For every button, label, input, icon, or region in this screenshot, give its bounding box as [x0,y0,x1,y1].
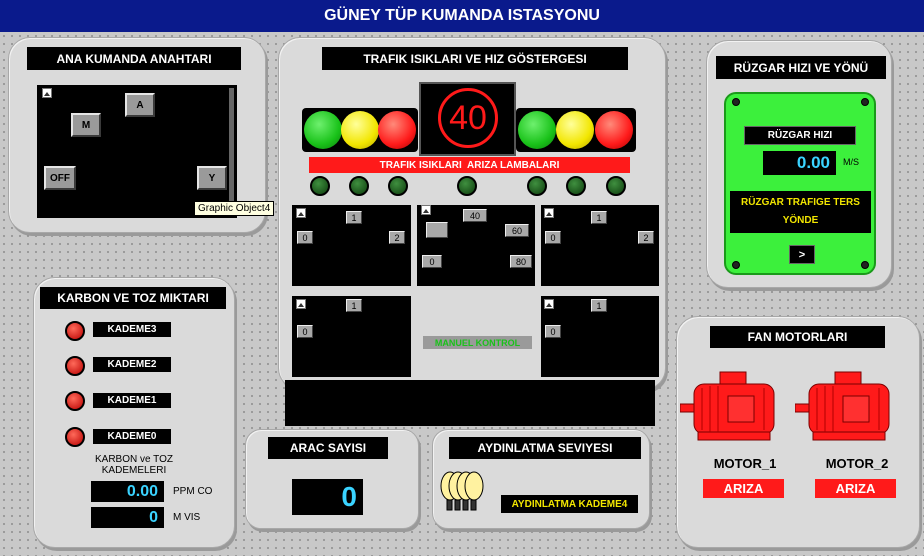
lamp-bulbs-icon [438,470,484,514]
light-1-button[interactable]: 1 [346,211,362,224]
wind-speed-value: 0.00 [763,151,836,175]
carbon-caption: KARBON ve TOZ KADEMELERI [78,454,190,476]
yellow-light [341,111,379,149]
lighting-title: AYDINLATMA SEVIYESI [449,437,641,459]
visibility-value: 0 [91,507,164,528]
message-display [285,380,655,426]
screw-icon [861,98,869,106]
wind-direction-line1: RÜZGAR TRAFIGE TERS [741,197,860,208]
fault-lamp [457,176,477,196]
picture-icon [421,205,431,215]
wind-speed-label: RÜZGAR HIZI [744,126,856,145]
fault-lamp [566,176,586,196]
speed-blank-button[interactable] [426,222,448,238]
level-0-lamp [65,427,85,447]
light-0-button[interactable]: 0 [545,325,561,338]
light-2-button[interactable]: 2 [638,231,654,244]
light-1-button[interactable]: 1 [591,211,607,224]
vehicle-count-title: ARAC SAYISI [268,437,388,459]
fault-lamps-banner: TRAFIK ISIKLARI ARIZA LAMBALARI [309,157,630,173]
screw-icon [732,261,740,269]
carbon-caption-line1: KARBON ve TOZ [95,454,173,465]
green-light [518,111,556,149]
window-title: GÜNEY TÜP KUMANDA ISTASYONU [0,0,924,32]
light-0-button[interactable]: 0 [297,325,313,338]
vehicle-count-value: 0 [292,479,363,515]
motor-1-status: ARIZA [703,479,784,498]
main-switch-scrollbar[interactable] [229,88,234,214]
mode-a-button[interactable]: A [125,93,155,117]
light-1-button[interactable]: 1 [346,299,362,312]
fan-title: FAN MOTORLARI [710,326,885,348]
motor-1-icon [679,370,786,446]
ppm-unit: PPM CO [173,486,213,497]
manual-control-label: MANUEL KONTROL [423,336,532,349]
ppm-value: 0.00 [91,481,164,502]
wind-title: RÜZGAR HIZI VE YÖNÜ [716,56,886,79]
green-light [304,111,342,149]
screw-icon [861,261,869,269]
level-2-label: KADEME2 [93,357,171,372]
level-1-lamp [65,391,85,411]
screw-icon [732,98,740,106]
speed-40-button[interactable]: 40 [463,209,487,222]
level-3-label: KADEME3 [93,322,171,337]
wind-direction-arrow: > [789,245,815,264]
traffic-title: TRAFIK ISIKLARI VE HIZ GÖSTERGESI [322,47,628,70]
fault-lamp [606,176,626,196]
mode-y-button[interactable]: Y [197,166,227,190]
carbon-title: KARBON VE TOZ MIKTARI [40,287,226,309]
light-0-button[interactable]: 0 [297,231,313,244]
motor-2-status: ARIZA [815,479,896,498]
mode-m-button[interactable]: M [71,113,101,137]
picture-icon [296,208,306,218]
fault-lamp [349,176,369,196]
lighting-level-value: AYDINLATMA KADEME4 [501,495,638,513]
level-1-label: KADEME1 [93,393,171,408]
red-light [595,111,633,149]
fault-lamp [527,176,547,196]
motor-2-icon [794,370,901,446]
carbon-caption-line2: KADEMELERI [101,465,167,476]
wind-direction-box: RÜZGAR TRAFIGE TERS YÖNDE [730,191,871,233]
speed-60-button[interactable]: 60 [505,224,529,237]
visibility-unit: M VIS [173,512,201,523]
light-0-button[interactable]: 0 [545,231,561,244]
speed-limit-value: 40 [449,98,487,137]
speed-limit-sign: 40 [438,88,498,148]
motor-1-name: MOTOR_1 [713,456,777,471]
level-3-lamp [65,321,85,341]
red-light [378,111,416,149]
picture-icon [544,208,554,218]
tooltip: Graphic Object4 [194,201,275,216]
fault-lamp [310,176,330,196]
speed-80-button[interactable]: 80 [510,255,532,268]
picture-icon [544,299,554,309]
level-0-label: KADEME0 [93,429,171,444]
motor-2-name: MOTOR_2 [825,456,889,471]
main-switch-title: ANA KUMANDA ANAHTARI [27,47,241,70]
fault-lamp [388,176,408,196]
wind-speed-unit: M/S [843,157,860,167]
wind-direction-line2: YÖNDE [782,215,819,226]
mode-off-button[interactable]: OFF [44,166,76,190]
picture-icon [42,88,52,98]
speed-0-button[interactable]: 0 [422,255,442,268]
yellow-light [556,111,594,149]
level-2-lamp [65,356,85,376]
light-2-button[interactable]: 2 [389,231,405,244]
picture-icon [296,299,306,309]
light-1-button[interactable]: 1 [591,299,607,312]
